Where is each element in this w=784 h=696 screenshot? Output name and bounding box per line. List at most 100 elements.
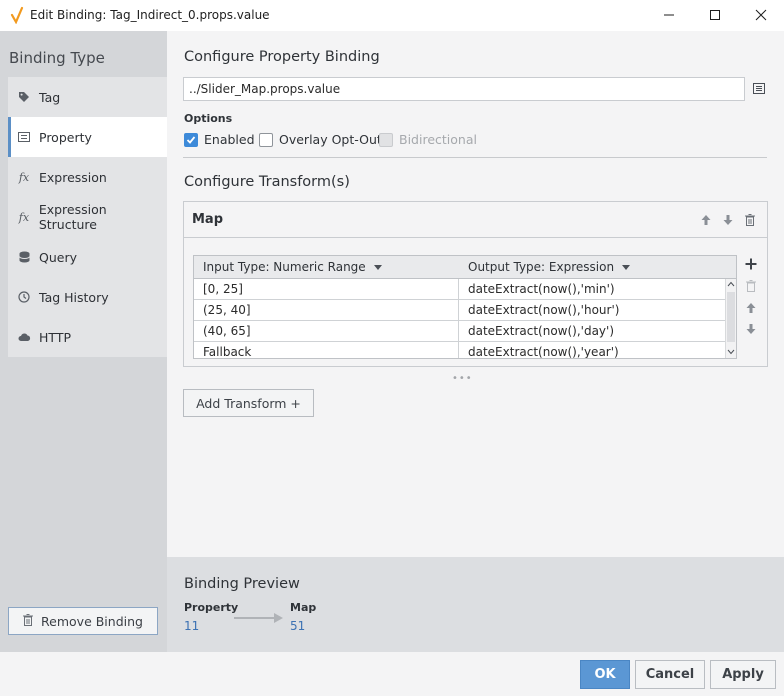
property-icon [17, 131, 31, 143]
remove-binding-label: Remove Binding [41, 613, 143, 629]
enabled-label: Enabled [204, 132, 255, 147]
binding-type-list: Tag Property fx Expression fx Expression… [8, 77, 167, 357]
dialog-footer: OK Cancel Apply [0, 652, 784, 696]
fx-icon: fx [18, 210, 30, 224]
row-up-icon[interactable] [743, 301, 759, 315]
maximize-button[interactable] [692, 0, 738, 30]
add-row-icon[interactable] [743, 257, 759, 271]
row-down-icon[interactable] [743, 322, 759, 336]
remove-binding-button[interactable]: Remove Binding [8, 607, 158, 635]
enabled-checkbox[interactable] [184, 132, 198, 147]
close-icon [755, 9, 767, 21]
window-title: Edit Binding: Tag_Indirect_0.props.value [30, 8, 270, 22]
add-transform-button[interactable]: Add Transform + [183, 389, 314, 417]
preview-target-value: 51 [290, 619, 306, 633]
preview-target-label: Map [290, 601, 317, 614]
sidebar-item-tag[interactable]: Tag [8, 77, 167, 117]
sidebar-item-label: Expression Structure [38, 202, 107, 232]
sidebar-item-label: Tag History [39, 289, 109, 305]
sidebar-item-label: HTTP [39, 329, 71, 345]
history-icon [17, 291, 31, 303]
cancel-button[interactable]: Cancel [635, 660, 705, 689]
delete-row-icon [743, 279, 759, 293]
sidebar-item-query[interactable]: Query [8, 237, 167, 277]
input-cell[interactable]: (25, 40] [203, 303, 251, 317]
bidirectional-checkbox [379, 132, 393, 147]
binding-preview-panel: Binding Preview Property 11 Map 51 [167, 557, 784, 652]
tag-icon [17, 91, 31, 103]
transforms-heading: Configure Transform(s) [184, 174, 350, 190]
title-bar: Edit Binding: Tag_Indirect_0.props.value [0, 0, 784, 30]
sidebar-item-label: Query [39, 249, 77, 265]
map-transform-panel: Map Input Type: Numeric Range Output Typ… [183, 201, 768, 367]
table-row[interactable]: Fallback dateExtract(now(),'year') [194, 342, 725, 358]
output-type-header[interactable]: Output Type: Expression [468, 260, 631, 274]
minimize-button[interactable] [646, 0, 692, 30]
output-cell[interactable]: dateExtract(now(),'day') [468, 324, 614, 338]
output-cell[interactable]: dateExtract(now(),'year') [468, 345, 619, 358]
chevron-down-icon [373, 264, 382, 270]
move-down-icon[interactable] [721, 213, 735, 227]
map-transform-header: Map [184, 202, 767, 238]
input-type-header[interactable]: Input Type: Numeric Range [203, 260, 382, 274]
binding-preview-heading: Binding Preview [184, 576, 300, 592]
output-cell[interactable]: dateExtract(now(),'min') [468, 282, 615, 296]
map-table: Input Type: Numeric Range Output Type: E… [193, 255, 737, 359]
sidebar-item-expression-structure[interactable]: fx Expression Structure [8, 197, 167, 237]
sidebar-title: Binding Type [9, 49, 105, 67]
sidebar-item-http[interactable]: HTTP [8, 317, 167, 357]
overlay-opt-out-checkbox[interactable] [259, 132, 273, 147]
ok-button[interactable]: OK [580, 660, 630, 689]
preview-source-value: 11 [184, 619, 200, 633]
bidirectional-label: Bidirectional [399, 132, 477, 147]
delete-transform-icon[interactable] [743, 213, 757, 227]
resize-handle-icon[interactable]: ••• [452, 373, 473, 384]
minimize-icon [664, 14, 674, 16]
fx-icon: fx [18, 170, 30, 184]
map-transform-title: Map [192, 212, 224, 227]
column-divider [458, 279, 459, 358]
input-type-label: Input Type: Numeric Range [203, 260, 366, 274]
bidirectional-option: Bidirectional [379, 132, 477, 147]
scroll-down-icon[interactable] [727, 349, 735, 355]
cloud-icon [17, 332, 31, 342]
arrow-right-icon [234, 613, 283, 623]
binding-config-panel: Configure Property Binding ../Slider_Map… [167, 31, 784, 557]
input-cell[interactable]: [0, 25] [203, 282, 243, 296]
binding-type-sidebar: Binding Type Tag Property fx Expression … [0, 31, 167, 652]
sidebar-item-expression[interactable]: fx Expression [8, 157, 167, 197]
sidebar-item-property[interactable]: Property [8, 117, 167, 157]
sidebar-item-tag-history[interactable]: Tag History [8, 277, 167, 317]
section-divider [183, 157, 767, 158]
sidebar-item-label: Property [39, 129, 92, 145]
preview-source-label: Property [184, 601, 239, 614]
sidebar-item-label: Tag [39, 89, 61, 105]
table-row[interactable]: (40, 65] dateExtract(now(),'day') [194, 321, 725, 342]
database-icon [17, 251, 31, 263]
input-cell[interactable]: (40, 65] [203, 324, 251, 338]
output-type-label: Output Type: Expression [468, 260, 615, 274]
options-label: Options [184, 112, 233, 125]
apply-button[interactable]: Apply [710, 660, 776, 689]
sidebar-item-label: Expression [39, 169, 107, 185]
maximize-icon [710, 10, 720, 20]
scrollbar-thumb[interactable] [727, 292, 735, 342]
table-scrollbar[interactable] [725, 279, 736, 358]
enabled-option[interactable]: Enabled [184, 132, 255, 147]
move-up-icon[interactable] [699, 213, 713, 227]
property-binding-heading: Configure Property Binding [184, 49, 380, 65]
scroll-up-icon[interactable] [727, 281, 735, 287]
property-browser-icon[interactable] [753, 83, 765, 94]
output-cell[interactable]: dateExtract(now(),'hour') [468, 303, 619, 317]
table-row[interactable]: [0, 25] dateExtract(now(),'min') [194, 279, 725, 300]
checkmark-icon [186, 135, 196, 144]
property-path-input[interactable]: ../Slider_Map.props.value [183, 77, 745, 101]
input-cell[interactable]: Fallback [203, 345, 251, 358]
chevron-down-icon [622, 264, 631, 270]
overlay-opt-out-option[interactable]: Overlay Opt-Out [259, 132, 382, 147]
trash-icon [23, 613, 34, 629]
overlay-opt-out-label: Overlay Opt-Out [279, 132, 382, 147]
table-row[interactable]: (25, 40] dateExtract(now(),'hour') [194, 300, 725, 321]
app-logo-icon [10, 6, 24, 24]
close-button[interactable] [738, 0, 784, 30]
